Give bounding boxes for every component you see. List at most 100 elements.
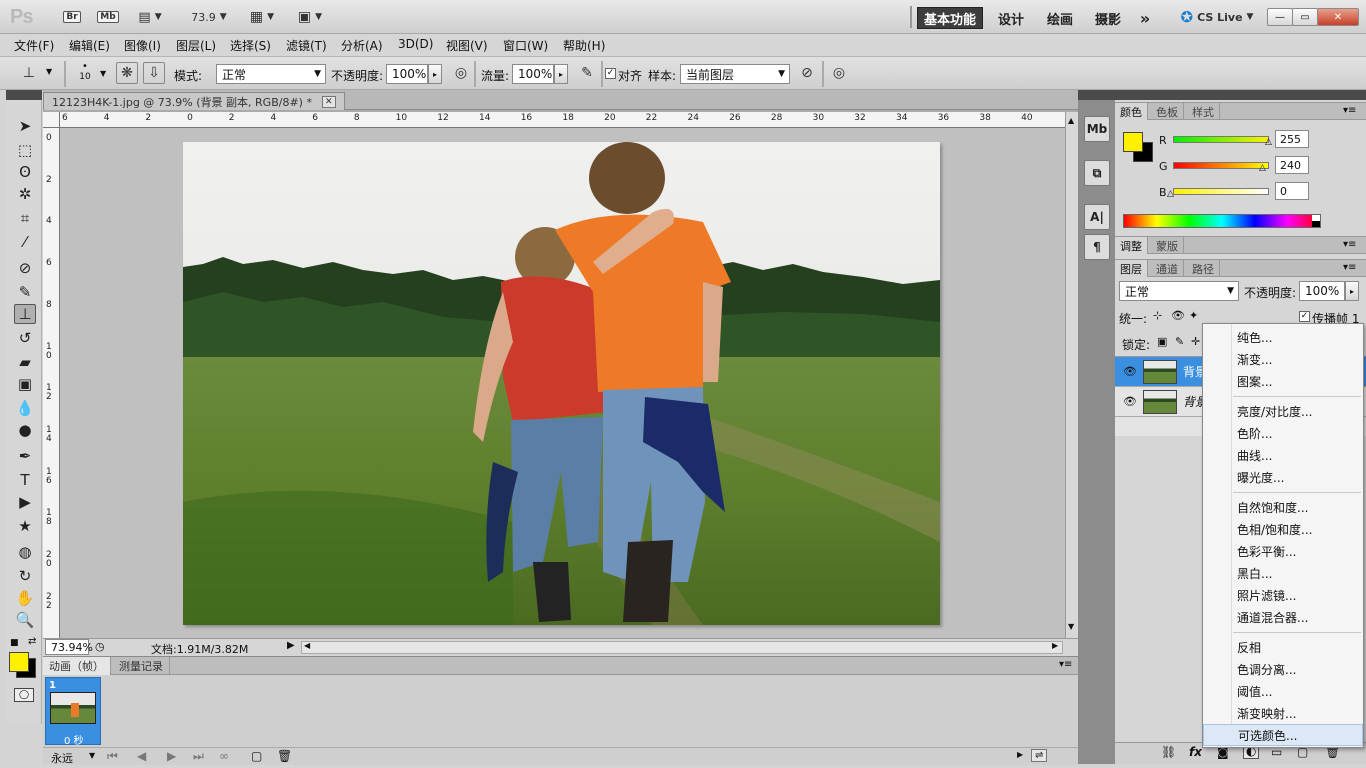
menu-item-gradient[interactable]: 渐变... [1203, 348, 1363, 370]
lock-position-icon[interactable]: ✛ [1191, 335, 1200, 348]
path-selection-tool-icon[interactable]: ▶ [14, 492, 36, 512]
lock-pixels-icon[interactable]: ✎ [1175, 335, 1184, 348]
red-slider[interactable] [1173, 136, 1269, 143]
more-workspaces-button[interactable]: » [1134, 7, 1156, 29]
workspace-essentials[interactable]: 基本功能 [917, 7, 983, 29]
menu-window[interactable]: 窗口(W) [503, 37, 548, 54]
unify-style-icon[interactable]: ✦ [1189, 309, 1198, 322]
ignore-adjustment-layers-icon[interactable]: ⊘ [796, 62, 818, 84]
minimize-button[interactable]: — [1267, 8, 1293, 26]
history-brush-tool-icon[interactable]: ↺ [14, 328, 36, 348]
3d-rotate-tool-icon[interactable]: ◍ [14, 542, 36, 562]
menu-item-curves[interactable]: 曲线... [1203, 444, 1363, 466]
color-panel-foreground-swatch[interactable] [1123, 132, 1143, 152]
menu-image[interactable]: 图像(I) [124, 37, 161, 54]
delete-frame-icon[interactable]: 🗑 [277, 749, 292, 763]
menu-item-solid-color[interactable]: 纯色... [1203, 326, 1363, 348]
menu-item-posterize[interactable]: 色调分离... [1203, 658, 1363, 680]
next-frame-icon[interactable]: ⏭ [193, 749, 204, 764]
healing-brush-tool-icon[interactable]: ⊘ [14, 258, 36, 278]
loop-caret-icon[interactable]: ▼ [89, 751, 95, 760]
status-info-icon[interactable]: ◷ [95, 640, 105, 653]
tab-adjustments[interactable]: 调整 [1115, 237, 1148, 254]
scroll-down-icon[interactable]: ▼ [1068, 622, 1074, 631]
crop-tool-icon[interactable]: ⌗ [14, 208, 36, 228]
unify-position-icon[interactable]: ⊹ [1153, 309, 1162, 322]
launch-bridge-button[interactable]: Br [60, 6, 84, 28]
type-tool-icon[interactable]: T [14, 470, 36, 490]
tab-paths[interactable]: 路径 [1187, 260, 1220, 277]
workspace-design[interactable]: 设计 [990, 7, 1032, 29]
visibility-eye-icon[interactable]: 👁 [1121, 393, 1139, 411]
lock-transparency-icon[interactable]: ▣ [1157, 335, 1167, 348]
tab-animation-frames[interactable]: 动画（帧） [43, 657, 111, 675]
pressure-opacity-icon[interactable]: ◎ [450, 62, 472, 84]
unify-visibility-icon[interactable]: 👁 [1171, 309, 1185, 322]
vertical-scrollbar[interactable]: ▲ ▼ [1065, 112, 1078, 638]
panel-menu-icon[interactable]: ▾≡ [1343, 262, 1356, 273]
hand-tool-icon[interactable]: ✋ [14, 588, 36, 608]
pen-tool-icon[interactable]: ✒ [14, 446, 36, 466]
clone-source-panel-icon[interactable]: ⧉ [1084, 160, 1110, 186]
tab-measurement-log[interactable]: 测量记录 [113, 657, 170, 675]
brush-caret-icon[interactable]: ▼ [100, 69, 106, 78]
menu-select[interactable]: 选择(S) [230, 37, 271, 54]
tab-swatches[interactable]: 色板 [1151, 103, 1184, 120]
flow-input[interactable]: 100% [512, 64, 554, 84]
clone-stamp-preset-icon[interactable]: ⊥ [18, 62, 40, 84]
tab-layers[interactable]: 图层 [1115, 260, 1148, 277]
character-panel-icon[interactable]: A| [1084, 204, 1110, 230]
airbrush-icon[interactable]: ✎ [576, 62, 598, 84]
sample-dropdown[interactable]: 当前图层 [680, 64, 790, 84]
workspace-painting[interactable]: 绘画 [1038, 7, 1082, 29]
tween-icon[interactable]: ∞ [219, 749, 229, 763]
menu-item-color-balance[interactable]: 色彩平衡... [1203, 540, 1363, 562]
ruler-origin[interactable] [43, 112, 60, 128]
scroll-left-icon[interactable]: ◀ [304, 641, 310, 650]
launch-minibridge-button[interactable]: Mb [96, 6, 120, 28]
frame-delay[interactable]: 0 秒 [64, 732, 84, 747]
menu-item-brightness-contrast[interactable]: 亮度/对比度... [1203, 400, 1363, 422]
green-slider[interactable] [1173, 162, 1269, 169]
new-frame-icon[interactable]: ▢ [251, 749, 262, 763]
aligned-checkbox[interactable]: ✓ [605, 68, 616, 79]
blue-slider[interactable] [1173, 188, 1269, 195]
clone-stamp-tool-icon[interactable]: ⊥ [14, 304, 36, 324]
foreground-color-swatch[interactable] [9, 652, 29, 672]
horizontal-scrollbar[interactable]: ◀ ▶ [301, 641, 1063, 654]
green-value-input[interactable]: 240 [1275, 156, 1309, 174]
menu-item-threshold[interactable]: 阈值... [1203, 680, 1363, 702]
preset-caret-icon[interactable]: ▼ [46, 67, 52, 76]
cs-live-button[interactable]: ✪ CS Live ▼ [1176, 6, 1258, 28]
menu-item-pattern[interactable]: 图案... [1203, 370, 1363, 392]
tab-color[interactable]: 颜色 [1115, 103, 1148, 120]
gradient-tool-icon[interactable]: ▣ [14, 374, 36, 394]
panel-menu-icon[interactable]: ▾≡ [1343, 239, 1356, 250]
menu-item-photo-filter[interactable]: 照片滤镜... [1203, 584, 1363, 606]
menu-item-selective-color[interactable]: 可选颜色... [1203, 724, 1363, 746]
propagate-frame-checkbox[interactable]: ✓ [1299, 311, 1310, 322]
menu-file[interactable]: 文件(F) [14, 37, 54, 54]
menu-filter[interactable]: 滤镜(T) [286, 37, 327, 54]
brush-preset-picker[interactable]: • 10 [72, 61, 98, 87]
menu-help[interactable]: 帮助(H) [563, 37, 605, 54]
close-window-button[interactable]: ✕ [1317, 8, 1359, 26]
layer-style-icon[interactable]: fx [1189, 745, 1202, 759]
scroll-up-icon[interactable]: ▲ [1068, 116, 1074, 125]
brush-panel-icon[interactable]: ❋ [116, 62, 138, 84]
document-canvas-image[interactable] [183, 142, 940, 625]
menu-item-invert[interactable]: 反相 [1203, 636, 1363, 658]
tab-masks[interactable]: 蒙版 [1151, 237, 1184, 254]
dodge-tool-icon[interactable]: ● [14, 420, 36, 440]
move-tool-icon[interactable]: ➤ [14, 116, 36, 136]
prev-frame-icon[interactable]: ◀ [137, 749, 146, 763]
quick-mask-icon[interactable]: ◯ [14, 688, 34, 702]
menu-item-hue-saturation[interactable]: 色相/饱和度... [1203, 518, 1363, 540]
zoom-tool-icon[interactable]: 🔍 [14, 610, 36, 630]
tab-styles[interactable]: 样式 [1187, 103, 1220, 120]
animation-frame[interactable]: 1 0 秒 [45, 677, 101, 747]
paragraph-panel-icon[interactable]: ¶ [1084, 234, 1110, 260]
blue-value-input[interactable]: 0 [1275, 182, 1309, 200]
link-layers-icon[interactable]: ⛓ [1161, 745, 1176, 759]
menu-3d[interactable]: 3D(D) [398, 37, 433, 51]
